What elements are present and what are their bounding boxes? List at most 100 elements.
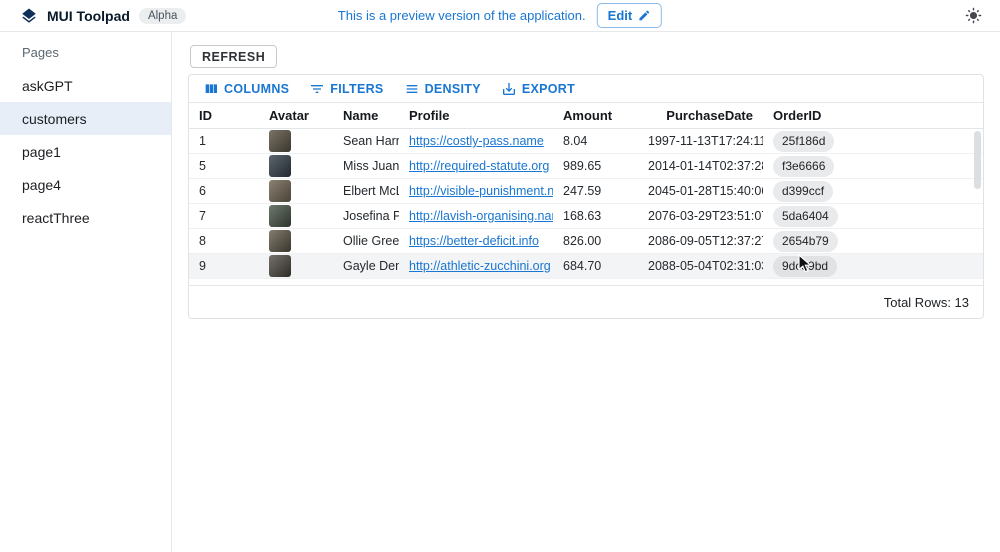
edit-button-label: Edit — [608, 8, 633, 23]
table-row[interactable]: 6 Elbert McL... http://visible-punishmen… — [189, 179, 983, 204]
app-title: MUI Toolpad — [47, 8, 130, 24]
table-row[interactable]: 5 Miss Juan ... http://required-statute.… — [189, 154, 983, 179]
grid-footer: Total Rows: 13 — [189, 285, 983, 318]
columns-icon — [203, 81, 219, 97]
cell-orderid: d399ccf — [763, 181, 983, 202]
filter-icon — [309, 81, 325, 97]
cell-avatar — [259, 255, 333, 277]
main-content: REFRESH COLUMNS FILTERS DENSITY EXPORT — [172, 32, 1000, 552]
cell-orderid: 9dc59bd — [763, 256, 983, 277]
cell-orderid: 25f186d — [763, 131, 983, 152]
edit-button[interactable]: Edit — [597, 3, 663, 28]
sidebar: Pages askGPT customers page1 page4 react… — [0, 32, 172, 552]
order-id-chip[interactable]: 9dc59bd — [773, 256, 837, 277]
column-header-purchasedate[interactable]: PurchaseDate — [638, 108, 763, 123]
sidebar-section-label: Pages — [0, 32, 171, 69]
sidebar-item-customers[interactable]: customers — [0, 102, 171, 135]
column-header-name[interactable]: Name — [333, 108, 399, 123]
cell-avatar — [259, 155, 333, 177]
sidebar-item-reactthree[interactable]: reactThree — [0, 201, 171, 234]
table-body: 1 Sean Harris https://costly-pass.name 8… — [189, 129, 983, 279]
density-button[interactable]: DENSITY — [396, 78, 489, 100]
columns-button-label: COLUMNS — [224, 82, 289, 96]
preview-banner: This is a preview version of the applica… — [338, 3, 662, 28]
order-id-chip[interactable]: 25f186d — [773, 131, 834, 152]
avatar-image — [269, 230, 291, 252]
avatar-image — [269, 180, 291, 202]
toolpad-logo-icon — [20, 7, 38, 25]
app-header: MUI Toolpad Alpha This is a preview vers… — [0, 0, 1000, 32]
cell-purchasedate: 2014-01-14T02:37:28.536Z — [638, 159, 763, 173]
grid-toolbar: COLUMNS FILTERS DENSITY EXPORT — [189, 75, 983, 102]
alpha-badge: Alpha — [139, 8, 186, 24]
preview-message: This is a preview version of the applica… — [338, 8, 586, 23]
cell-id: 9 — [189, 259, 259, 273]
cell-id: 5 — [189, 159, 259, 173]
avatar-image — [269, 130, 291, 152]
cell-orderid: 5da6404 — [763, 206, 983, 227]
profile-link[interactable]: http://lavish-organising.name — [409, 209, 553, 223]
table-row[interactable]: 7 Josefina P... http://lavish-organising… — [189, 204, 983, 229]
avatar-image — [269, 205, 291, 227]
sun-icon — [965, 7, 982, 24]
table-row[interactable]: 8 Ollie Green... https://better-deficit.… — [189, 229, 983, 254]
filters-button-label: FILTERS — [330, 82, 383, 96]
sidebar-item-label: askGPT — [22, 78, 73, 94]
filters-button[interactable]: FILTERS — [301, 78, 391, 100]
sidebar-item-page4[interactable]: page4 — [0, 168, 171, 201]
cell-name: Gayle Den... — [333, 259, 399, 273]
sidebar-item-askgpt[interactable]: askGPT — [0, 69, 171, 102]
columns-button[interactable]: COLUMNS — [195, 78, 297, 100]
cell-amount: 826.00 — [553, 234, 638, 248]
table-row[interactable]: 1 Sean Harris https://costly-pass.name 8… — [189, 129, 983, 154]
density-icon — [404, 81, 420, 97]
cell-name: Elbert McL... — [333, 184, 399, 198]
app-brand: MUI Toolpad Alpha — [0, 7, 186, 25]
header-actions — [963, 5, 1000, 26]
export-button[interactable]: EXPORT — [493, 78, 583, 100]
density-button-label: DENSITY — [425, 82, 481, 96]
refresh-button[interactable]: REFRESH — [190, 45, 277, 68]
column-header-avatar[interactable]: Avatar — [259, 108, 333, 123]
profile-link[interactable]: https://better-deficit.info — [409, 234, 539, 248]
order-id-chip[interactable]: 5da6404 — [773, 206, 838, 227]
theme-toggle-button[interactable] — [963, 5, 984, 26]
sidebar-item-label: customers — [22, 111, 87, 127]
sidebar-item-page1[interactable]: page1 — [0, 135, 171, 168]
cell-id: 6 — [189, 184, 259, 198]
cell-amount: 247.59 — [553, 184, 638, 198]
profile-link[interactable]: https://costly-pass.name — [409, 134, 544, 148]
column-header-profile[interactable]: Profile — [399, 108, 553, 123]
cell-profile: https://costly-pass.name — [399, 134, 553, 148]
cell-orderid: f3e6666 — [763, 156, 983, 177]
profile-link[interactable]: http://required-statute.org — [409, 159, 549, 173]
cell-name: Josefina P... — [333, 209, 399, 223]
column-header-amount[interactable]: Amount — [553, 108, 638, 123]
total-rows-label: Total Rows: 13 — [884, 295, 969, 310]
order-id-chip[interactable]: 2654b79 — [773, 231, 838, 252]
cell-amount: 8.04 — [553, 134, 638, 148]
cell-profile: http://visible-punishment.net — [399, 184, 553, 198]
avatar-image — [269, 255, 291, 277]
cell-profile: https://better-deficit.info — [399, 234, 553, 248]
avatar-image — [269, 155, 291, 177]
cell-id: 7 — [189, 209, 259, 223]
pencil-icon — [638, 9, 651, 22]
profile-link[interactable]: http://visible-punishment.net — [409, 184, 553, 198]
sidebar-item-label: page4 — [22, 177, 61, 193]
vertical-scrollbar[interactable] — [974, 131, 981, 189]
order-id-chip[interactable]: f3e6666 — [773, 156, 834, 177]
cell-id: 8 — [189, 234, 259, 248]
order-id-chip[interactable]: d399ccf — [773, 181, 833, 202]
sidebar-item-label: reactThree — [22, 210, 90, 226]
column-header-id[interactable]: ID — [189, 108, 259, 123]
cell-profile: http://lavish-organising.name — [399, 209, 553, 223]
cell-name: Ollie Green... — [333, 234, 399, 248]
export-icon — [501, 81, 517, 97]
app-window: MUI Toolpad Alpha This is a preview vers… — [0, 0, 1000, 552]
column-header-orderid[interactable]: OrderID — [763, 108, 983, 123]
table-row[interactable]: 9 Gayle Den... http://athletic-zucchini.… — [189, 254, 983, 279]
cell-purchasedate: 2088-05-04T02:31:03.294Z — [638, 259, 763, 273]
profile-link[interactable]: http://athletic-zucchini.org — [409, 259, 551, 273]
export-button-label: EXPORT — [522, 82, 575, 96]
